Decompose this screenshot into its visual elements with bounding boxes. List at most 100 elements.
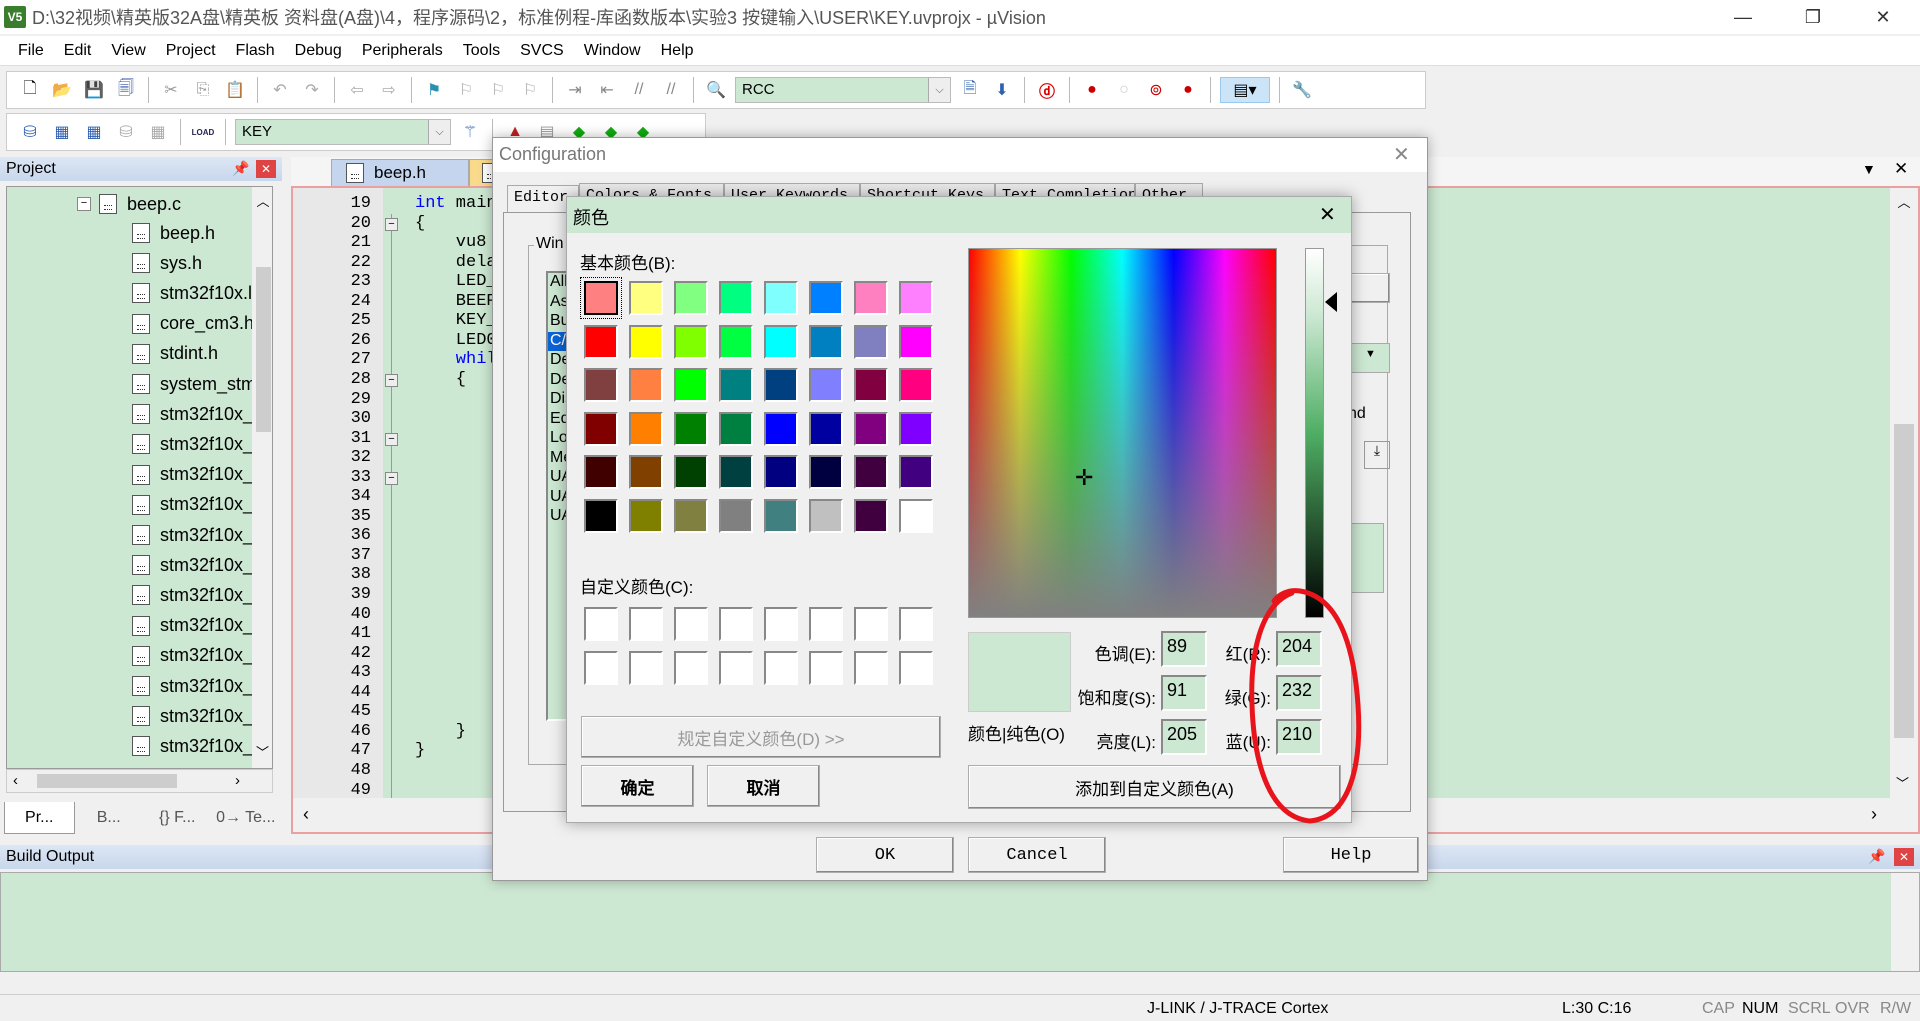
crosshair-icon[interactable]: ✛	[1075, 467, 1093, 489]
basic-color-swatch[interactable]	[809, 368, 843, 402]
basic-color-swatch[interactable]	[854, 455, 888, 489]
close-icon[interactable]: ✕	[1393, 142, 1410, 167]
basic-color-swatch[interactable]	[580, 277, 622, 319]
basic-color-swatch[interactable]	[629, 368, 663, 402]
basic-color-swatch[interactable]	[764, 281, 798, 315]
basic-color-swatch[interactable]	[764, 498, 798, 533]
enable-breakpoint-icon[interactable]: ○	[1111, 77, 1137, 103]
comment-icon[interactable]: //	[626, 77, 652, 103]
tree-item-file[interactable]: stm32f10x_	[132, 734, 253, 758]
basic-color-swatch[interactable]	[584, 324, 618, 359]
basic-color-swatch[interactable]	[764, 411, 798, 446]
fold-toggle-icon[interactable]: −	[385, 432, 398, 446]
target-options-icon[interactable]: ⚚	[457, 119, 483, 145]
unindent-icon[interactable]: ⇤	[594, 77, 620, 103]
menu-help[interactable]: Help	[651, 42, 704, 60]
fold-toggle-icon[interactable]: −	[385, 471, 398, 485]
tree-item-file[interactable]: stm32f10x_	[132, 614, 253, 638]
basic-color-swatch[interactable]	[854, 368, 888, 402]
custom-color-swatch[interactable]	[674, 607, 708, 641]
close-panel-icon[interactable]: ✕	[1894, 848, 1914, 866]
save-icon[interactable]: 💾	[81, 77, 107, 103]
basic-color-swatch[interactable]	[854, 411, 888, 446]
custom-color-swatch[interactable]	[719, 651, 753, 685]
basic-color-swatch[interactable]	[899, 498, 933, 533]
basic-color-swatch[interactable]	[899, 324, 933, 359]
editor-vertical-scrollbar[interactable]: ︿ ﹀	[1890, 188, 1918, 798]
basic-color-swatch[interactable]	[809, 281, 843, 315]
find-combo[interactable]: RCC ⌵	[735, 77, 951, 103]
disable-breakpoints-icon[interactable]: ⊚	[1143, 77, 1169, 103]
tab-beep-h[interactable]: beep.h	[331, 159, 469, 186]
scroll-right-icon[interactable]: ›	[1871, 804, 1877, 825]
configure-icon[interactable]: 🔧	[1289, 77, 1315, 103]
custom-color-swatch[interactable]	[809, 651, 843, 685]
collapse-icon[interactable]: −	[77, 197, 91, 211]
basic-color-swatch[interactable]	[899, 368, 933, 402]
basic-color-swatch[interactable]	[674, 411, 708, 446]
build-output-area[interactable]	[0, 872, 1920, 972]
tree-item-file[interactable]: stm32f10x_	[132, 704, 253, 728]
build-output-scrollbar[interactable]	[1891, 873, 1919, 971]
custom-color-swatch[interactable]	[899, 607, 933, 641]
saturation-input[interactable]: 91	[1161, 675, 1207, 711]
fold-toggle-icon[interactable]: −	[385, 217, 398, 231]
code-line[interactable]: }	[415, 722, 466, 741]
menu-tools[interactable]: Tools	[453, 42, 510, 60]
basic-color-swatch[interactable]	[674, 368, 708, 402]
basic-color-swatch[interactable]	[584, 411, 618, 446]
next-bookmark-icon[interactable]: ⚐	[485, 77, 511, 103]
custom-color-swatch[interactable]	[719, 607, 753, 641]
stop-build-icon[interactable]: ▦	[145, 119, 171, 145]
code-line[interactable]: int main	[415, 194, 497, 213]
basic-color-swatch[interactable]	[854, 324, 888, 359]
tree-vertical-scrollbar[interactable]: ︿ ﹀	[252, 187, 272, 768]
custom-color-swatch[interactable]	[899, 651, 933, 685]
basic-color-swatch[interactable]	[719, 455, 753, 489]
custom-color-swatch[interactable]	[629, 607, 663, 641]
menu-flash[interactable]: Flash	[226, 42, 285, 60]
basic-color-swatch[interactable]	[854, 498, 888, 533]
incremental-find-icon[interactable]: ⬇	[989, 77, 1015, 103]
tree-item-file[interactable]: stm32f10x_	[132, 432, 253, 456]
panel-tab-project[interactable]: Pr...	[4, 802, 75, 834]
basic-color-swatch[interactable]	[809, 455, 843, 489]
scroll-thumb[interactable]	[1894, 424, 1914, 738]
basic-color-swatch[interactable]	[584, 455, 618, 489]
tree-item-file[interactable]: stm32f10x_	[132, 644, 253, 668]
minimize-button[interactable]: —	[1712, 0, 1774, 34]
basic-color-swatch[interactable]	[719, 368, 753, 402]
basic-color-swatch[interactable]	[809, 498, 843, 533]
find-icon[interactable]: 🗎	[957, 77, 983, 103]
basic-color-swatch[interactable]	[629, 455, 663, 489]
menu-file[interactable]: File	[8, 42, 54, 60]
close-panel-icon[interactable]: ✕	[256, 160, 276, 178]
restore-button[interactable]: ❐	[1782, 0, 1844, 34]
hue-input[interactable]: 89	[1161, 631, 1207, 667]
menu-project[interactable]: Project	[156, 42, 226, 60]
basic-color-swatch[interactable]	[674, 498, 708, 533]
custom-color-swatch[interactable]	[764, 607, 798, 641]
basic-color-swatch[interactable]	[719, 281, 753, 315]
code-line[interactable]: }	[415, 741, 425, 760]
scroll-left-icon[interactable]: ‹	[13, 772, 18, 789]
basic-color-swatch[interactable]	[584, 368, 618, 402]
chevron-down-icon[interactable]: ⌵	[428, 120, 450, 144]
color-ok-button[interactable]: 确定	[581, 765, 694, 807]
basic-color-swatch[interactable]	[764, 455, 798, 489]
basic-color-swatch[interactable]	[809, 411, 843, 446]
tree-item-file[interactable]: stm32f10x_	[132, 674, 253, 698]
rebuild-icon[interactable]: ▦	[81, 119, 107, 145]
clear-bookmarks-icon[interactable]: ⚐	[517, 77, 543, 103]
basic-color-swatch[interactable]	[629, 498, 663, 533]
tree-item-beep-c[interactable]: beep.c	[99, 192, 181, 216]
custom-color-swatch[interactable]	[854, 651, 888, 685]
luminance-input[interactable]: 205	[1161, 719, 1207, 755]
menu-peripherals[interactable]: Peripherals	[352, 42, 453, 60]
custom-color-swatch[interactable]	[674, 651, 708, 685]
scroll-down-icon[interactable]: ﹀	[1896, 773, 1909, 792]
custom-color-swatch[interactable]	[809, 607, 843, 641]
scroll-right-icon[interactable]: ›	[235, 772, 240, 789]
scroll-up-icon[interactable]: ︿	[1890, 192, 1918, 211]
basic-color-swatch[interactable]	[584, 498, 618, 533]
